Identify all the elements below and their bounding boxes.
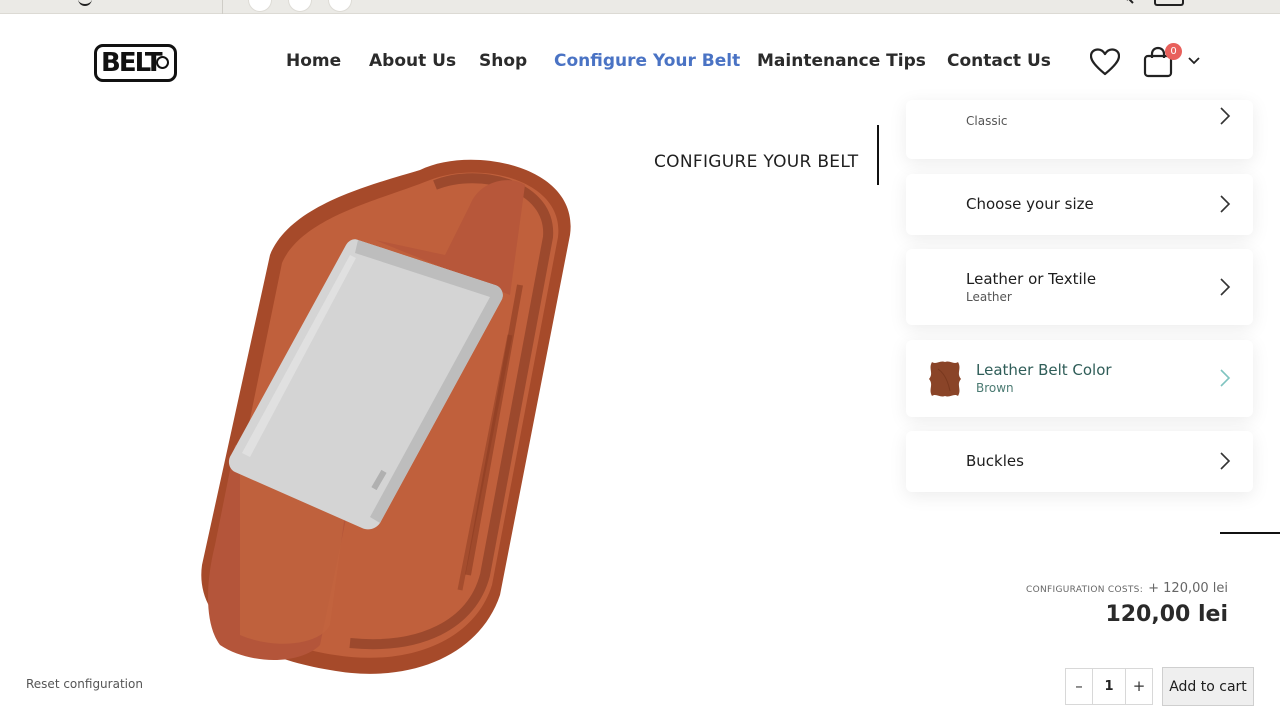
cart-count-badge: 0 [1165, 43, 1182, 60]
site-logo[interactable]: BELT [94, 44, 177, 82]
quantity-stepper: – + [1065, 668, 1153, 705]
configuration-costs-label: Configuration costs: [1026, 585, 1144, 595]
logo-mark [156, 56, 169, 69]
title-divider [877, 125, 879, 185]
total-price: 120,00 lei [1105, 602, 1228, 627]
step-leather-color[interactable]: Leather Belt Color Brown [906, 340, 1253, 417]
step-material[interactable]: Leather or Textile Leather [906, 249, 1253, 325]
tiktok-icon[interactable] [328, 0, 352, 12]
product-image [201, 159, 571, 674]
configuration-costs-value: + 120,00 lei [1148, 581, 1228, 596]
add-to-cart-button[interactable]: Add to cart [1162, 667, 1254, 706]
step-material-title: Leather or Textile [966, 270, 1097, 288]
top-utility-bar [0, 0, 1280, 14]
step-leather-color-value: Brown [976, 381, 1014, 395]
nav-configure-your-belt[interactable]: Configure Your Belt [554, 51, 740, 71]
step-size-title: Choose your size [966, 195, 1094, 213]
site-header: BELT Home About Us Shop Configure Your B… [0, 15, 1280, 110]
quantity-decrease-button[interactable]: – [1066, 669, 1093, 704]
reset-configuration-link[interactable]: Reset configuration [26, 677, 143, 691]
topbar-divider [222, 0, 223, 14]
configure-title: CONFIGURE YOUR BELT [654, 152, 859, 172]
instagram-icon[interactable] [288, 0, 312, 12]
logo-text: BELT [101, 48, 163, 78]
chevron-right-icon [1220, 195, 1231, 213]
chevron-right-icon [1220, 107, 1231, 125]
nav-home[interactable]: Home [286, 51, 341, 71]
nav-about-us[interactable]: About Us [369, 51, 456, 71]
chevron-down-icon[interactable] [1187, 56, 1201, 66]
step-material-value: Leather [966, 290, 1012, 304]
step-leather-color-title: Leather Belt Color [976, 361, 1112, 379]
configuration-steps: Classic Choose your size Leather or Text… [886, 100, 1280, 520]
user-icon[interactable] [1154, 0, 1184, 6]
quantity-increase-button[interactable]: + [1125, 669, 1152, 704]
step-buckles-title: Buckles [966, 452, 1024, 470]
section-divider [1220, 532, 1280, 534]
step-size[interactable]: Choose your size [906, 174, 1253, 235]
step-style[interactable]: Classic [906, 100, 1253, 159]
quantity-input[interactable] [1094, 669, 1124, 704]
step-style-value: Classic [966, 114, 1008, 128]
nav-maintenance-tips[interactable]: Maintenance Tips [757, 51, 926, 71]
heart-icon[interactable] [1090, 48, 1120, 76]
search-icon[interactable] [1120, 0, 1136, 4]
phone-icon[interactable] [78, 0, 92, 6]
nav-contact-us[interactable]: Contact Us [947, 51, 1051, 71]
leather-swatch-icon [929, 361, 961, 397]
chevron-right-icon [1220, 369, 1231, 387]
configuration-costs: Configuration costs: + 120,00 lei [1026, 577, 1228, 596]
nav-shop[interactable]: Shop [479, 51, 527, 71]
step-buckles[interactable]: Buckles [906, 431, 1253, 492]
chevron-right-icon [1220, 278, 1231, 296]
facebook-icon[interactable] [248, 0, 272, 12]
chevron-right-icon [1220, 452, 1231, 470]
